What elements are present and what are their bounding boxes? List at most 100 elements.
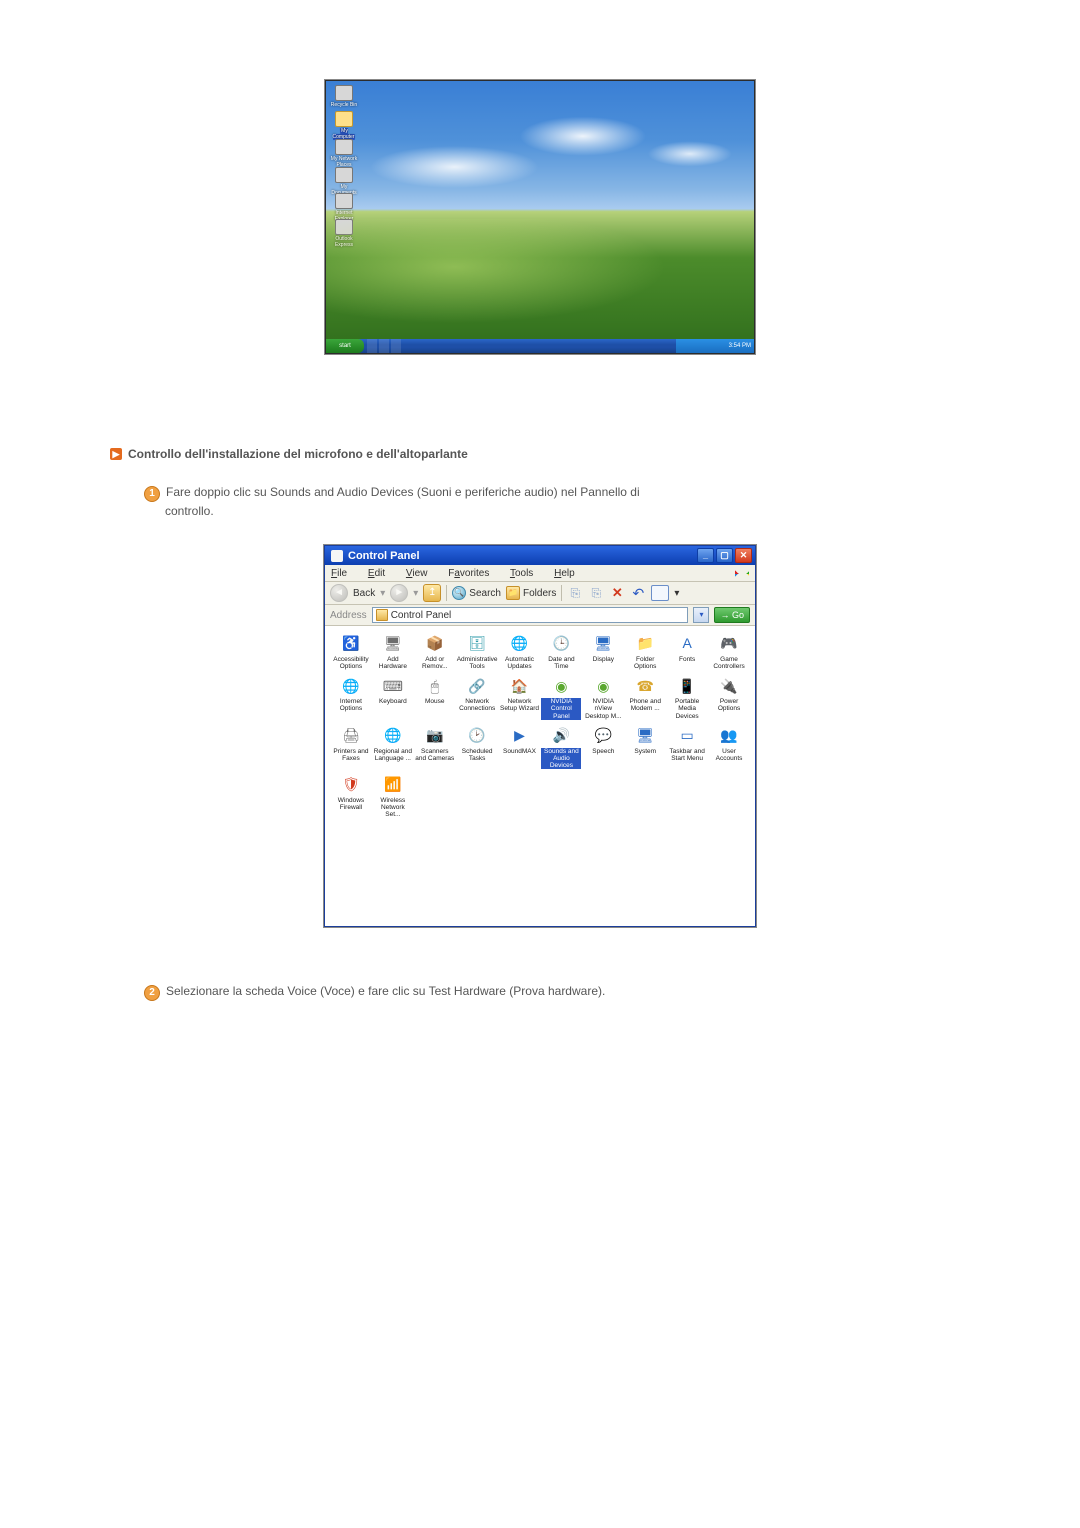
search-icon: 🔍 <box>452 586 466 600</box>
menu-file[interactable]: File <box>331 568 356 579</box>
toolbar: ◄ Back ▾ ► ▾ ↥ 🔍Search 📁Folders ⎘ ⎘ ✕ ↶ … <box>325 582 755 605</box>
cp-item-label: Add or Remov... <box>415 656 455 670</box>
search-button[interactable]: 🔍Search <box>452 586 501 600</box>
forward-button[interactable]: ► <box>390 584 408 602</box>
cp-item-label: User Accounts <box>709 748 749 762</box>
cp-item-label: Network Connections <box>457 698 498 712</box>
menu-tools[interactable]: Tools <box>510 568 542 579</box>
cp-item-label: Windows Firewall <box>331 797 371 811</box>
cp-item-icon: 🕑 <box>467 726 487 746</box>
cp-item-label: Fonts <box>679 656 695 663</box>
cp-item-label: Display <box>593 656 614 663</box>
undo-button[interactable]: ↶ <box>630 585 646 601</box>
address-input[interactable]: Control Panel <box>372 607 689 623</box>
cp-item-display[interactable]: 🖥 Display <box>583 634 623 670</box>
delete-button[interactable]: ✕ <box>609 585 625 601</box>
cp-item-automatic-updates[interactable]: 🌐 Automatic Updates <box>500 634 540 670</box>
cp-item-wireless-network-set[interactable]: 📶Wireless Network Set... <box>373 775 413 818</box>
cp-item-mouse[interactable]: 🖱Mouse <box>415 676 455 719</box>
cp-item-label: Network Setup Wizard <box>500 698 540 712</box>
cp-item-taskbar-and-start-menu[interactable]: ▭Taskbar and Start Menu <box>667 726 707 769</box>
desktop-icon-recycle-bin: Recycle Bin <box>329 85 359 108</box>
cp-item-portable-media-devices[interactable]: 📱Portable Media Devices <box>667 676 707 719</box>
cp-item-keyboard[interactable]: ⌨Keyboard <box>373 676 413 719</box>
cp-item-scanners-and-cameras[interactable]: 📷Scanners and Cameras <box>415 726 455 769</box>
views-button[interactable] <box>651 585 669 601</box>
cp-item-label: Speech <box>592 748 614 755</box>
section-heading: ▶Controllo dell'installazione del microf… <box>110 447 970 461</box>
taskbar-buttons <box>364 339 401 353</box>
cp-item-label: Portable Media Devices <box>667 698 707 719</box>
cp-item-power-options[interactable]: 🔌Power Options <box>709 676 749 719</box>
folders-button[interactable]: 📁Folders <box>506 586 556 600</box>
cp-item-user-accounts[interactable]: 👥User Accounts <box>709 726 749 769</box>
cp-item-icon: 🖥 <box>593 634 613 654</box>
minimize-button[interactable]: _ <box>697 548 714 563</box>
cp-item-icon: 🔌 <box>719 676 739 696</box>
cp-item-printers-and-faxes[interactable]: 🖨 Printers and Faxes <box>331 726 371 769</box>
cp-item-icon: 🕒 <box>551 634 571 654</box>
menu-favorites[interactable]: Favorites <box>448 568 498 579</box>
maximize-button[interactable]: ▢ <box>716 548 733 563</box>
cp-item-icon: 🎮 <box>719 634 739 654</box>
cp-item-speech[interactable]: 💬 Speech <box>583 726 623 769</box>
cp-item-scheduled-tasks[interactable]: 🕑Scheduled Tasks <box>457 726 498 769</box>
cp-item-administrative-tools[interactable]: 🗄Administrative Tools <box>457 634 498 670</box>
cp-item-add-or-remov[interactable]: 📦 Add or Remov... <box>415 634 455 670</box>
cp-item-internet-options[interactable]: 🌐Internet Options <box>331 676 371 719</box>
cp-item-icon: ♿ <box>341 634 361 654</box>
cp-item-label: Game Controllers <box>709 656 749 670</box>
menu-help[interactable]: Help <box>554 568 584 579</box>
cp-item-label: Add Hardware <box>373 656 413 670</box>
cp-item-icon: 🖥 <box>635 726 655 746</box>
cp-item-icon: 🌐 <box>510 634 530 654</box>
move-to-button[interactable]: ⎘ <box>567 585 583 601</box>
cp-item-label: Automatic Updates <box>500 656 540 670</box>
cp-item-add-hardware[interactable]: 🖥Add Hardware <box>373 634 413 670</box>
cp-item-windows-firewall[interactable]: 🛡Windows Firewall <box>331 775 371 818</box>
menu-edit[interactable]: Edit <box>368 568 394 579</box>
start-button: start <box>326 339 364 353</box>
cp-item-label: Folder Options <box>625 656 665 670</box>
address-icon <box>376 609 388 621</box>
desktop-icon-my-computer: My Computer <box>329 111 359 140</box>
cp-item-network-setup-wizard[interactable]: 🏠Network Setup Wizard <box>500 676 540 719</box>
window-title: Control Panel <box>348 550 420 562</box>
cp-item-icon: ▶ <box>510 726 530 746</box>
cp-item-label: Scanners and Cameras <box>415 748 455 762</box>
xp-taskbar: start 3:54 PM <box>326 339 754 353</box>
cp-item-icon: 🖨 <box>341 726 361 746</box>
back-button[interactable]: ◄ <box>330 584 348 602</box>
cp-item-label: Phone and Modem ... <box>625 698 665 712</box>
cp-item-system[interactable]: 🖥System <box>625 726 665 769</box>
cp-item-phone-and-modem[interactable]: ☎Phone and Modem ... <box>625 676 665 719</box>
cp-item-icon: ⌨ <box>383 676 403 696</box>
arrow-icon: ▶ <box>110 448 122 460</box>
xp-desktop-screenshot: Recycle Bin My Computer My Network Place… <box>325 80 755 354</box>
cp-item-icon: 💬 <box>593 726 613 746</box>
cp-item-label: Printers and Faxes <box>331 748 371 762</box>
cp-item-icon: 📱 <box>677 676 697 696</box>
cp-item-network-connections[interactable]: 🔗Network Connections <box>457 676 498 719</box>
address-dropdown-button[interactable]: ▾ <box>693 607 709 623</box>
cp-item-label: Wireless Network Set... <box>373 797 413 818</box>
go-button[interactable]: → Go <box>714 607 750 623</box>
cp-item-game-controllers[interactable]: 🎮 Game Controllers <box>709 634 749 670</box>
cp-item-folder-options[interactable]: 📁Folder Options <box>625 634 665 670</box>
cp-item-fonts[interactable]: AFonts <box>667 634 707 670</box>
cp-item-accessibility-options[interactable]: ♿Accessibility Options <box>331 634 371 670</box>
cp-item-date-and-time[interactable]: 🕒Date and Time <box>541 634 581 670</box>
step-2-text: Selezionare la scheda Voice (Voce) e far… <box>166 984 605 998</box>
close-button[interactable]: ✕ <box>735 548 752 563</box>
cp-item-sounds-and-audio-devices[interactable]: 🔊Sounds and Audio Devices <box>541 726 581 769</box>
cp-item-regional-and-language[interactable]: 🌐Regional and Language ... <box>373 726 413 769</box>
cp-item-label: NVIDIA nView Desktop M... <box>583 698 623 719</box>
cp-item-icon: 📦 <box>425 634 445 654</box>
address-label: Address <box>330 610 367 621</box>
cp-item-nvidia-control-panel[interactable]: ◉NVIDIA Control Panel <box>541 676 581 719</box>
cp-item-nvidia-nview-desktop-m[interactable]: ◉NVIDIA nView Desktop M... <box>583 676 623 719</box>
menu-view[interactable]: View <box>406 568 437 579</box>
up-button[interactable]: ↥ <box>423 584 441 602</box>
copy-to-button[interactable]: ⎘ <box>588 585 604 601</box>
cp-item-soundmax[interactable]: ▶SoundMAX <box>500 726 540 769</box>
